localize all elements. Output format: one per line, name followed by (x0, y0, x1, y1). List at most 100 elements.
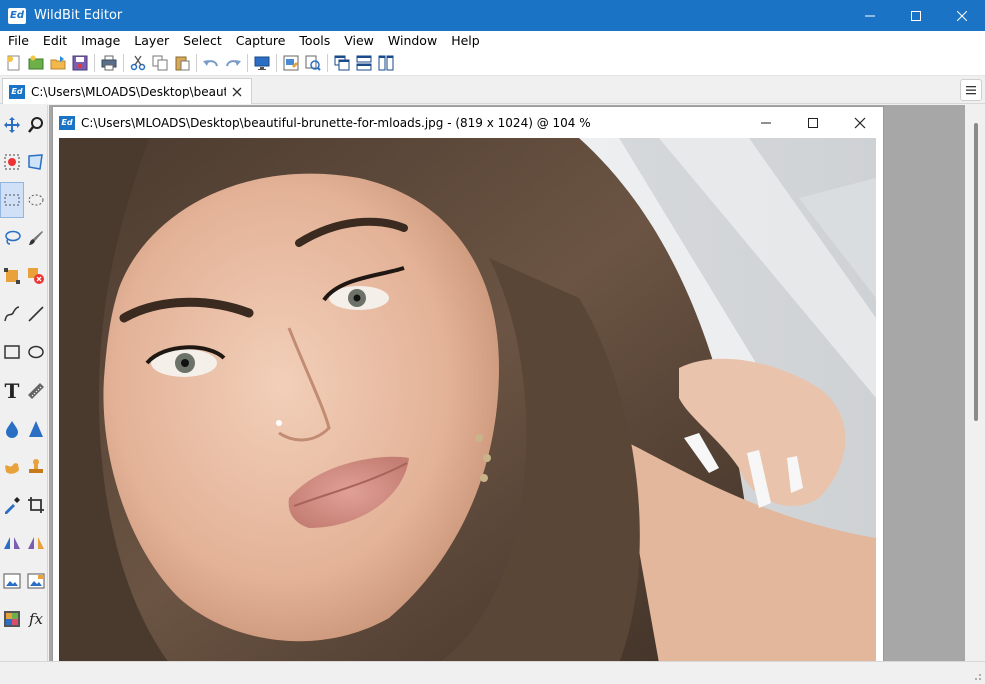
undo-button[interactable] (200, 52, 222, 74)
canvas-size-tool[interactable] (24, 563, 48, 599)
ruler-icon (28, 383, 44, 399)
tile-horizontal-icon (356, 55, 372, 71)
menu-layer[interactable]: Layer (127, 31, 176, 51)
brush-icon (29, 231, 43, 245)
transform-tool[interactable] (24, 144, 48, 180)
eyedropper-icon (5, 497, 20, 514)
tile-vertical-button[interactable] (375, 52, 397, 74)
effects-tool[interactable]: fx (24, 601, 48, 637)
stamp-tool[interactable] (24, 449, 48, 485)
document-tab[interactable]: Ed C:\Users\MLOADS\Desktop\beautif... (2, 78, 252, 104)
document-icon: Ed (9, 84, 25, 99)
flip-horizontal-tool[interactable] (0, 525, 24, 561)
cut-icon (130, 55, 146, 71)
portrait-photo (59, 138, 876, 661)
curve-tool[interactable] (0, 296, 24, 332)
menu-help[interactable]: Help (444, 31, 487, 51)
flip-vertical-tool[interactable] (24, 525, 48, 561)
menu-window[interactable]: Window (381, 31, 444, 51)
eyedropper-tool[interactable] (0, 487, 24, 523)
image-window-minimize-button[interactable] (742, 107, 789, 138)
flip-vertical-icon (28, 537, 44, 549)
rect-select-tool[interactable] (0, 182, 24, 218)
workspace: Ed C:\Users\MLOADS\Desktop\beautiful-bru… (49, 105, 965, 661)
curve-icon (4, 306, 20, 322)
image-window-title: C:\Users\MLOADS\Desktop\beautiful-brunet… (81, 115, 591, 130)
cut-button[interactable] (127, 52, 149, 74)
stamp-selection-tool[interactable] (0, 144, 24, 180)
sharpen-icon (29, 421, 43, 437)
image-properties-button[interactable] (280, 52, 302, 74)
delete-selection-tool[interactable] (24, 258, 48, 294)
save-button[interactable] (69, 52, 91, 74)
open-folder-icon (50, 56, 66, 70)
paste-button[interactable] (171, 52, 193, 74)
move-tool[interactable] (0, 107, 24, 143)
text-tool[interactable]: T (0, 373, 24, 409)
copy-button[interactable] (149, 52, 171, 74)
menu-tools[interactable]: Tools (292, 31, 337, 51)
rect-select-icon (4, 194, 20, 206)
ellipse-select-tool[interactable] (24, 182, 48, 218)
tile-vertical-icon (378, 55, 394, 71)
crop-tool[interactable] (24, 487, 48, 523)
toolbar (0, 51, 985, 76)
image-canvas[interactable] (59, 138, 876, 661)
menu-file[interactable]: File (0, 31, 36, 51)
lasso-icon (5, 230, 21, 245)
ellipse-icon (28, 345, 44, 359)
batch-icon (305, 55, 321, 71)
crop-select-tool[interactable] (0, 258, 24, 294)
hamburger-icon (966, 86, 976, 95)
slideshow-button[interactable] (251, 52, 273, 74)
menu-bar: File Edit Image Layer Select Capture Too… (0, 31, 985, 51)
image-window-titlebar[interactable]: Ed C:\Users\MLOADS\Desktop\beautiful-bru… (53, 107, 883, 138)
image-window-close-button[interactable] (836, 107, 883, 138)
blur-tool[interactable] (0, 411, 24, 447)
smudge-tool[interactable] (0, 449, 24, 485)
line-tool[interactable] (24, 296, 48, 332)
close-button[interactable] (939, 0, 985, 31)
lasso-tool[interactable] (0, 220, 24, 256)
brush-tool[interactable] (24, 220, 48, 256)
vertical-scrollbar[interactable] (965, 105, 985, 661)
menu-view[interactable]: View (337, 31, 381, 51)
tab-list-menu-button[interactable] (960, 79, 982, 101)
close-icon (957, 10, 967, 21)
batch-button[interactable] (302, 52, 324, 74)
undo-icon (203, 60, 218, 67)
sharpen-tool[interactable] (24, 411, 48, 447)
redo-button[interactable] (222, 52, 244, 74)
tab-close-button[interactable] (230, 85, 244, 99)
minimize-button[interactable] (847, 0, 893, 31)
color-adjust-tool[interactable] (0, 601, 24, 637)
image-window[interactable]: Ed C:\Users\MLOADS\Desktop\beautiful-bru… (52, 106, 884, 661)
ellipse-tool[interactable] (24, 334, 48, 370)
zoom-tool-icon (28, 117, 43, 133)
zoom-tool[interactable] (24, 107, 48, 143)
menu-select[interactable]: Select (176, 31, 229, 51)
print-button[interactable] (98, 52, 120, 74)
toolbar-separator (327, 54, 328, 72)
redo-icon (226, 60, 241, 67)
rectangle-icon (4, 345, 20, 359)
image-window-maximize-button[interactable] (789, 107, 836, 138)
open-folder-button[interactable] (47, 52, 69, 74)
menu-image[interactable]: Image (74, 31, 127, 51)
ruler-tool[interactable] (24, 373, 48, 409)
resize-image-tool[interactable] (0, 563, 24, 599)
new-button[interactable] (3, 52, 25, 74)
resize-grip-icon[interactable] (972, 671, 982, 681)
image-window-icon: Ed (59, 115, 75, 130)
open-button[interactable] (25, 52, 47, 74)
scrollbar-thumb[interactable] (974, 123, 978, 421)
rectangle-tool[interactable] (0, 334, 24, 370)
delete-selection-icon (28, 268, 44, 284)
menu-capture[interactable]: Capture (229, 31, 293, 51)
maximize-button[interactable] (893, 0, 939, 31)
tool-panel: T fx (0, 105, 48, 661)
cascade-windows-button[interactable] (331, 52, 353, 74)
tile-horizontal-button[interactable] (353, 52, 375, 74)
toolbar-separator (276, 54, 277, 72)
menu-edit[interactable]: Edit (36, 31, 74, 51)
